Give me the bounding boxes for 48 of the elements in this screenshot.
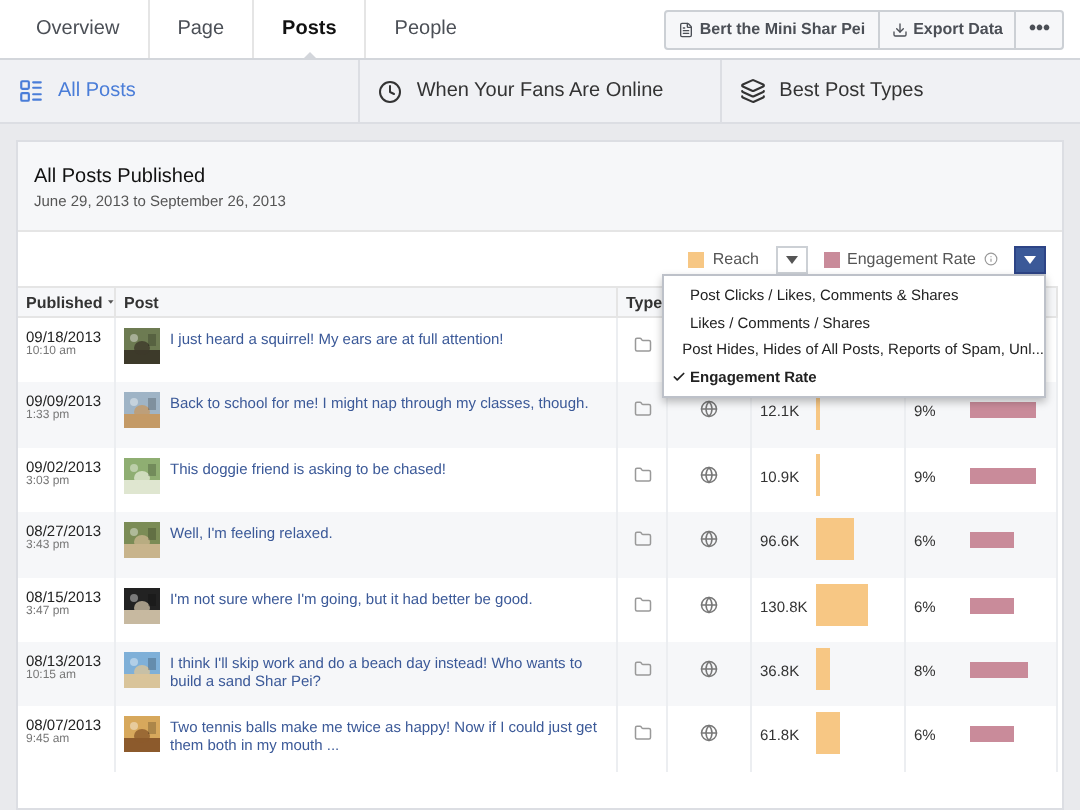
post-type-icon bbox=[633, 659, 651, 678]
globe-icon bbox=[700, 595, 718, 614]
post-type-icon bbox=[633, 530, 651, 549]
list-icon bbox=[18, 78, 44, 104]
post-type-icon bbox=[633, 336, 651, 354]
legend-label: Engagement Rate bbox=[847, 250, 976, 268]
nav-tab[interactable]: Overview bbox=[8, 0, 148, 58]
nav-tab[interactable]: Page bbox=[147, 0, 253, 58]
post-type-icon bbox=[633, 465, 651, 484]
card-title: All Posts Published bbox=[34, 166, 208, 188]
layers-icon bbox=[739, 78, 766, 104]
globe-icon bbox=[700, 465, 718, 484]
column-header[interactable]: Post bbox=[116, 286, 618, 318]
engagement-bar bbox=[969, 532, 1014, 549]
check-icon bbox=[672, 369, 686, 384]
legend-label: Reach bbox=[712, 250, 759, 268]
engagement-bar bbox=[969, 726, 1014, 743]
globe-icon bbox=[700, 724, 718, 743]
export-button[interactable]: Export Data bbox=[877, 11, 1015, 47]
engagement-bar bbox=[969, 597, 1014, 614]
section-tab[interactable]: Best Post Types bbox=[719, 60, 1080, 122]
page-button[interactable]: Bert the Mini Shar Pei bbox=[665, 11, 878, 47]
engagement-bar bbox=[969, 467, 1036, 484]
post-type-icon bbox=[633, 724, 651, 743]
engagement-bar bbox=[969, 402, 1036, 419]
reach-bar bbox=[816, 647, 831, 690]
post-type-icon bbox=[633, 400, 651, 419]
reach-bar bbox=[816, 518, 855, 561]
nav-tab[interactable]: People bbox=[364, 0, 485, 58]
more-button[interactable]: ••• bbox=[1014, 11, 1062, 47]
reach-bar bbox=[816, 712, 841, 755]
globe-icon bbox=[700, 530, 718, 549]
clock-icon bbox=[378, 79, 403, 103]
section-tab[interactable]: When Your Fans Are Online bbox=[358, 60, 720, 122]
document-icon bbox=[677, 21, 694, 37]
caret-icon bbox=[1024, 255, 1036, 263]
engagement-bar bbox=[969, 661, 1029, 678]
metric-dropdown[interactable] bbox=[1014, 245, 1046, 273]
globe-icon bbox=[700, 659, 718, 678]
post-type-icon bbox=[633, 595, 651, 614]
download-icon bbox=[891, 21, 908, 37]
reach-bar bbox=[816, 583, 869, 626]
reach-bar bbox=[816, 453, 821, 496]
info-icon bbox=[984, 252, 998, 266]
column-header[interactable]: Published bbox=[18, 286, 116, 318]
globe-icon bbox=[700, 400, 718, 419]
caret-icon bbox=[785, 255, 797, 263]
section-tab[interactable]: All Posts bbox=[0, 60, 359, 122]
